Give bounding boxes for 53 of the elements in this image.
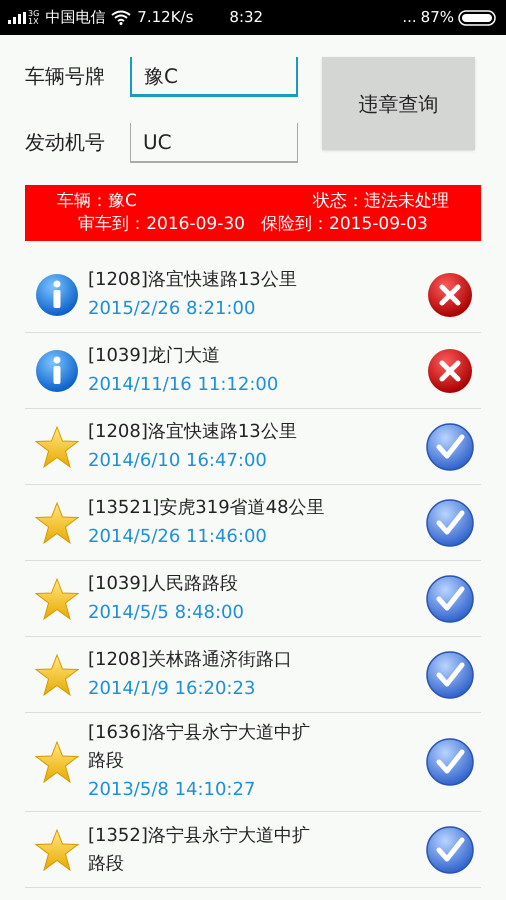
record-item[interactable]: [1352]洛宁县永宁大道中扩 路段 bbox=[25, 812, 481, 888]
record-time: 2014/11/16 11:12:00 bbox=[88, 372, 280, 396]
field-label: 车辆号牌 bbox=[25, 63, 106, 90]
record-time: 2014/5/26 11:46:00 bbox=[88, 524, 268, 548]
record-item[interactable]: [1208]洛宜快速路13公里 2014/6/10 16:47:00 bbox=[25, 409, 481, 485]
record-time: 2014/6/10 16:47:00 bbox=[88, 448, 268, 472]
record-item[interactable]: [1039]龙门大道 2014/11/16 11:12:00 bbox=[25, 333, 481, 409]
record-title: [1352]洛宁县永宁大道中扩 bbox=[88, 824, 311, 848]
star-icon bbox=[34, 502, 78, 544]
star-icon bbox=[34, 578, 78, 620]
record-title: [1208]关林路通济街路口 bbox=[88, 648, 293, 672]
star-icon bbox=[34, 828, 78, 870]
clock-label: 8:32 bbox=[229, 7, 264, 28]
record-title: [1039]人民路路段 bbox=[88, 572, 239, 596]
record-title: 路段 bbox=[88, 852, 125, 876]
carrier-label: 中国电信 bbox=[45, 7, 106, 28]
network-label: 1X bbox=[28, 18, 40, 26]
speed-label: 7.12K/s bbox=[137, 7, 194, 28]
input-field[interactable]: 豫C bbox=[130, 57, 298, 97]
inspection-text: 审车到：2016-09-30 bbox=[78, 213, 245, 236]
star-icon bbox=[34, 741, 78, 783]
info-icon bbox=[34, 272, 78, 316]
info-icon bbox=[34, 348, 78, 392]
record-item[interactable]: [1208]关林路通济街路口 2014/1/9 16:20:23 bbox=[25, 637, 481, 713]
record-time: 2014/1/9 16:20:23 bbox=[88, 676, 256, 700]
vehicle-label: 车辆： bbox=[57, 190, 108, 213]
record-title: [1208]洛宜快速路13公里 bbox=[88, 420, 298, 444]
star-icon bbox=[34, 654, 78, 696]
record-time: 2015/2/26 8:21:00 bbox=[88, 296, 256, 320]
record-title: 路段 bbox=[88, 749, 125, 773]
star-icon bbox=[34, 426, 78, 468]
wifi-icon bbox=[111, 10, 132, 25]
battery-icon bbox=[458, 10, 498, 26]
insurance-text: 保险到：2015-09-03 bbox=[261, 213, 428, 236]
query-button[interactable]: 违章查询 bbox=[322, 57, 475, 150]
input-field[interactable]: UC bbox=[130, 123, 298, 163]
battery-label: 87% bbox=[420, 7, 454, 28]
record-title: [1039]龙门大道 bbox=[88, 344, 221, 368]
signal-icon bbox=[8, 12, 26, 24]
record-item[interactable]: [1039]人民路路段 2014/5/5 8:48:00 bbox=[25, 561, 481, 637]
vehicle-value: 豫C bbox=[108, 190, 137, 213]
record-item[interactable]: [13521]安虎319省道48公里 2014/5/26 11:46:00 bbox=[25, 485, 481, 561]
record-item[interactable]: [1208]洛宜快速路13公里 2015/2/26 8:21:00 bbox=[25, 257, 481, 333]
record-title: [1636]洛宁县永宁大道中扩 bbox=[88, 721, 311, 745]
more-label: ... bbox=[402, 7, 417, 28]
record-item[interactable]: [1636]洛宁县永宁大道中扩 路段 2013/5/8 14:10:27 bbox=[25, 713, 481, 812]
record-title: [13521]安虎319省道48公里 bbox=[88, 496, 326, 520]
record-title: [1208]洛宜快速路13公里 bbox=[88, 268, 298, 292]
record-time: 2014/5/5 8:48:00 bbox=[88, 600, 245, 624]
network-label: 3G bbox=[28, 10, 40, 18]
status-text: 状态：违法未处理 bbox=[313, 190, 449, 213]
record-time: 2013/5/8 14:10:27 bbox=[88, 778, 256, 802]
field-label: 发动机号 bbox=[25, 129, 106, 156]
